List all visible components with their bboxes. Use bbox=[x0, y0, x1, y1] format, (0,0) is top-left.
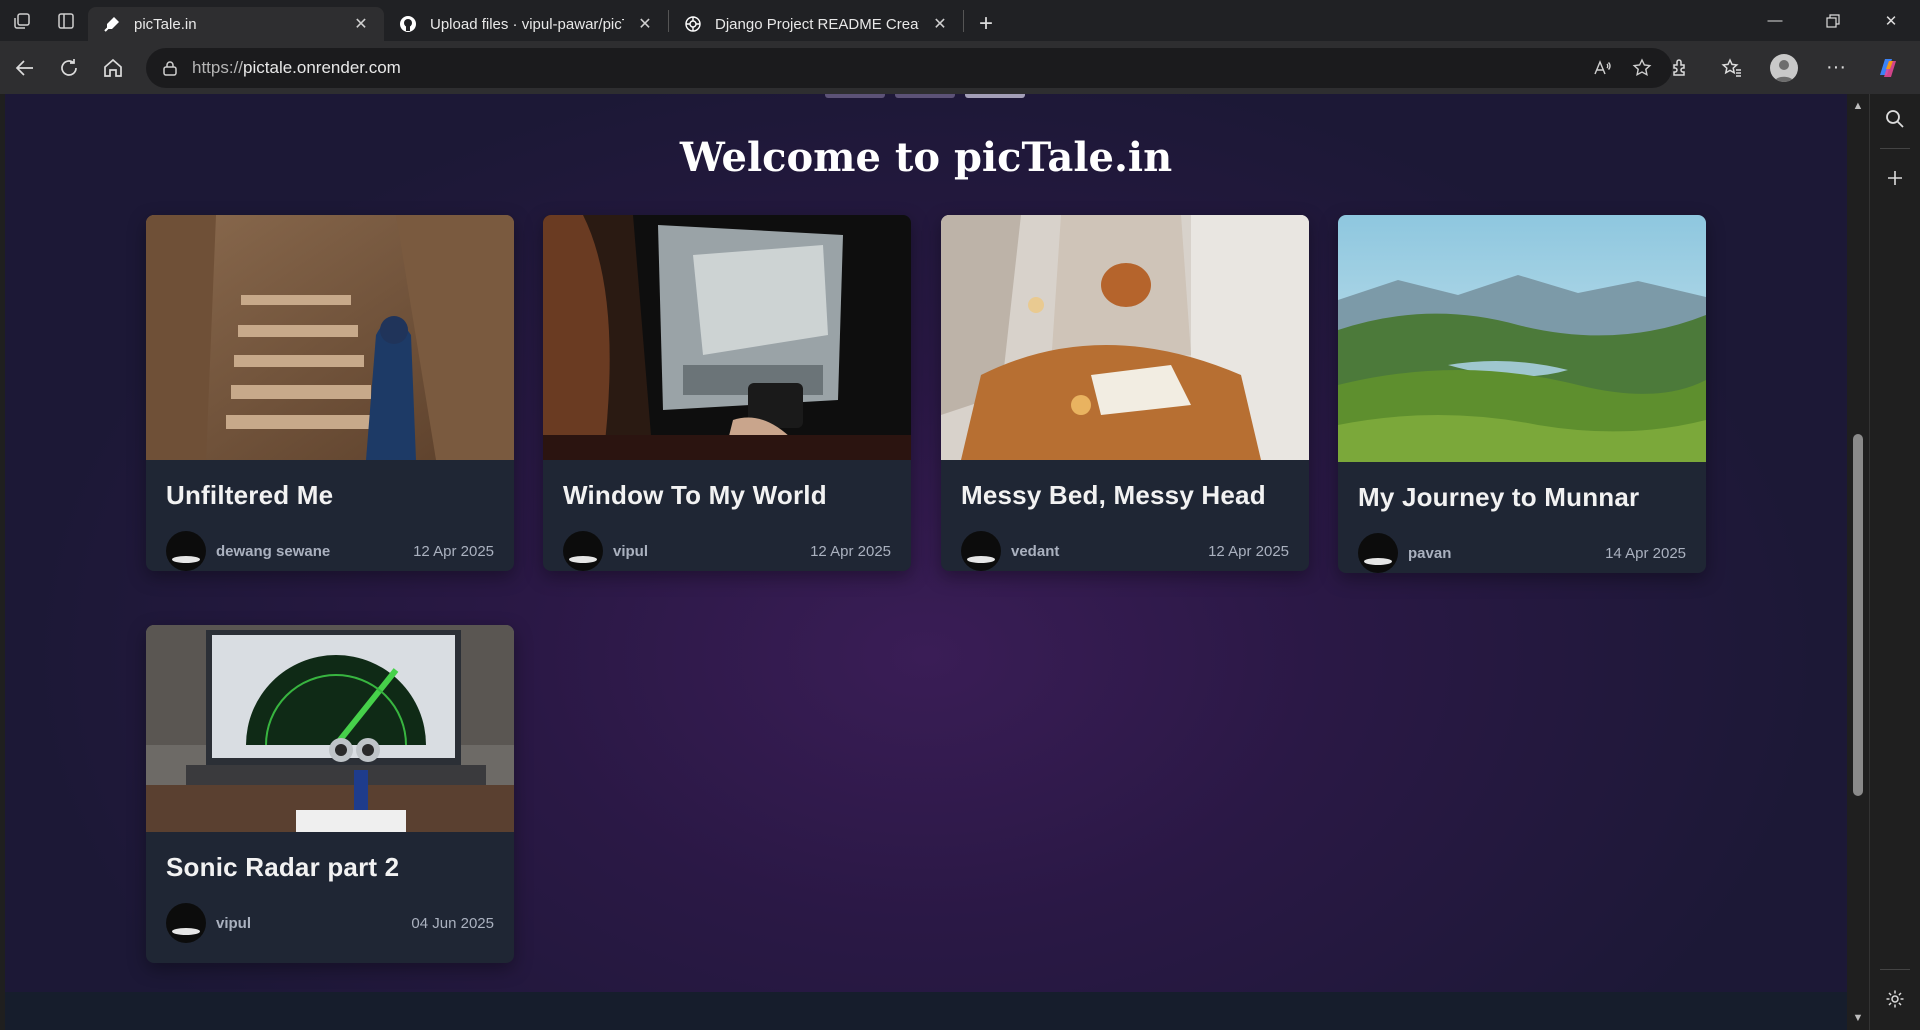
url-text: https://pictale.onrender.com bbox=[192, 58, 401, 78]
github-icon bbox=[398, 14, 418, 34]
chatgpt-icon bbox=[683, 14, 703, 34]
sidebar-settings-gear-icon[interactable] bbox=[1870, 976, 1920, 1022]
sidebar-add-icon[interactable] bbox=[1870, 155, 1920, 201]
scroll-up-arrow-icon[interactable]: ▲ bbox=[1847, 98, 1869, 114]
tab-chatgpt[interactable]: Django Project README Creation ✕ bbox=[669, 7, 963, 41]
card-body: Sonic Radar part 2 vipul 04 Jun 2025 bbox=[146, 832, 514, 963]
extensions-icon[interactable] bbox=[1654, 46, 1706, 90]
carousel-indicators bbox=[825, 94, 1025, 98]
post-date: 12 Apr 2025 bbox=[1208, 542, 1289, 560]
favorites-icon[interactable] bbox=[1706, 46, 1758, 90]
pictale-favicon-icon bbox=[102, 14, 122, 34]
post-card[interactable]: Messy Bed, Messy Head vedant 12 Apr 2025 bbox=[941, 215, 1309, 571]
close-tab-icon[interactable]: ✕ bbox=[636, 15, 654, 33]
post-card[interactable]: Sonic Radar part 2 vipul 04 Jun 2025 bbox=[146, 625, 514, 963]
browser-toolbar: https://pictale.onrender.com ··· bbox=[0, 41, 1920, 94]
post-date: 12 Apr 2025 bbox=[810, 542, 891, 560]
post-title[interactable]: My Journey to Munnar bbox=[1358, 482, 1686, 513]
site-info-lock-icon[interactable] bbox=[160, 58, 180, 78]
card-body: Messy Bed, Messy Head vedant 12 Apr 2025 bbox=[941, 460, 1309, 571]
workspaces-icon[interactable] bbox=[0, 0, 44, 41]
post-author: vipul bbox=[613, 542, 649, 560]
window-controls: — ✕ bbox=[1746, 0, 1920, 41]
more-options-icon[interactable]: ··· bbox=[1810, 46, 1862, 90]
address-bar[interactable]: https://pictale.onrender.com bbox=[146, 48, 1672, 88]
author-avatar bbox=[961, 531, 1001, 571]
read-aloud-icon[interactable] bbox=[1582, 48, 1622, 88]
tab-title: Django Project README Creation bbox=[715, 15, 919, 33]
vertical-tabs-icon[interactable] bbox=[44, 0, 88, 41]
close-tab-icon[interactable]: ✕ bbox=[931, 15, 949, 33]
post-meta: vedant 12 Apr 2025 bbox=[961, 531, 1289, 571]
toolbar-right: ··· bbox=[1654, 41, 1920, 94]
post-card[interactable]: Window To My World vipul 12 Apr 2025 bbox=[543, 215, 911, 571]
post-title[interactable]: Window To My World bbox=[563, 480, 891, 511]
post-date: 04 Jun 2025 bbox=[411, 914, 494, 932]
page-scrollbar[interactable]: ▲ ▼ bbox=[1847, 94, 1869, 1030]
close-tab-icon[interactable]: ✕ bbox=[352, 15, 370, 33]
address-bar-actions bbox=[1582, 48, 1662, 88]
tab-github-upload[interactable]: Upload files · vipul-pawar/picTale ✕ bbox=[384, 7, 668, 41]
carousel-dot[interactable] bbox=[895, 94, 955, 98]
author-avatar bbox=[166, 531, 206, 571]
post-author: vipul bbox=[216, 914, 252, 932]
card-body: Unfiltered Me dewang sewane 12 Apr 2025 bbox=[146, 460, 514, 571]
author-avatar bbox=[166, 903, 206, 943]
new-tab-button[interactable]: + bbox=[964, 7, 1008, 41]
scroll-down-arrow-icon[interactable]: ▼ bbox=[1847, 1010, 1869, 1026]
munnar-landscape-photo bbox=[1338, 215, 1706, 462]
post-date: 12 Apr 2025 bbox=[413, 542, 494, 560]
post-date: 14 Apr 2025 bbox=[1605, 544, 1686, 562]
profile-avatar[interactable] bbox=[1758, 46, 1810, 90]
author-avatar bbox=[563, 531, 603, 571]
page-viewport: Welcome to picTale.in Unfiltered Me dewa… bbox=[5, 94, 1847, 1030]
post-title[interactable]: Unfiltered Me bbox=[166, 480, 494, 511]
radar-arduino-photo bbox=[146, 625, 514, 832]
carousel-dot-active[interactable] bbox=[965, 94, 1025, 98]
sidebar-separator bbox=[1880, 969, 1910, 970]
url-scheme: https:// bbox=[192, 58, 244, 77]
carousel-dot[interactable] bbox=[825, 94, 885, 98]
author-avatar bbox=[1358, 533, 1398, 573]
post-card[interactable]: My Journey to Munnar pavan 14 Apr 2025 bbox=[1338, 215, 1706, 573]
url-host: pictale.onrender.com bbox=[243, 58, 401, 77]
page-heading: Welcome to picTale.in bbox=[679, 134, 1173, 181]
tab-strip: picTale.in ✕ Upload files · vipul-pawar/… bbox=[0, 0, 1920, 41]
copilot-icon[interactable] bbox=[1862, 46, 1914, 90]
post-title[interactable]: Sonic Radar part 2 bbox=[166, 852, 494, 883]
card-body: My Journey to Munnar pavan 14 Apr 2025 bbox=[1338, 462, 1706, 573]
close-window-icon[interactable]: ✕ bbox=[1862, 0, 1920, 41]
tab-title: picTale.in bbox=[134, 15, 197, 33]
desert-steps-photo bbox=[146, 215, 514, 460]
sidebar-search-icon[interactable] bbox=[1870, 96, 1920, 142]
post-meta: dewang sewane 12 Apr 2025 bbox=[166, 531, 494, 571]
post-meta: vipul 12 Apr 2025 bbox=[563, 531, 891, 571]
profile-avatar-icon bbox=[1770, 53, 1798, 82]
sidebar-separator bbox=[1880, 148, 1910, 149]
minimize-icon[interactable]: — bbox=[1746, 0, 1804, 41]
scrollbar-thumb[interactable] bbox=[1853, 434, 1863, 796]
post-meta: vipul 04 Jun 2025 bbox=[166, 903, 494, 963]
sidebar-bottom bbox=[1870, 963, 1920, 1022]
refresh-icon[interactable] bbox=[47, 46, 91, 90]
tab-title: Upload files · vipul-pawar/picTale bbox=[430, 15, 624, 33]
bed-book-photo bbox=[941, 215, 1309, 460]
edge-sidebar bbox=[1869, 94, 1920, 1030]
window-coffee-photo bbox=[543, 215, 911, 460]
post-card[interactable]: Unfiltered Me dewang sewane 12 Apr 2025 bbox=[146, 215, 514, 571]
post-author: vedant bbox=[1011, 542, 1060, 560]
page-footer bbox=[5, 992, 1847, 1030]
back-icon[interactable] bbox=[3, 46, 47, 90]
post-title[interactable]: Messy Bed, Messy Head bbox=[961, 480, 1289, 511]
post-author: pavan bbox=[1408, 544, 1452, 562]
post-author: dewang sewane bbox=[216, 542, 331, 560]
home-icon[interactable] bbox=[91, 46, 135, 90]
restore-icon[interactable] bbox=[1804, 0, 1862, 41]
card-body: Window To My World vipul 12 Apr 2025 bbox=[543, 460, 911, 571]
post-meta: pavan 14 Apr 2025 bbox=[1358, 533, 1686, 573]
tab-pictale[interactable]: picTale.in ✕ bbox=[88, 7, 384, 41]
